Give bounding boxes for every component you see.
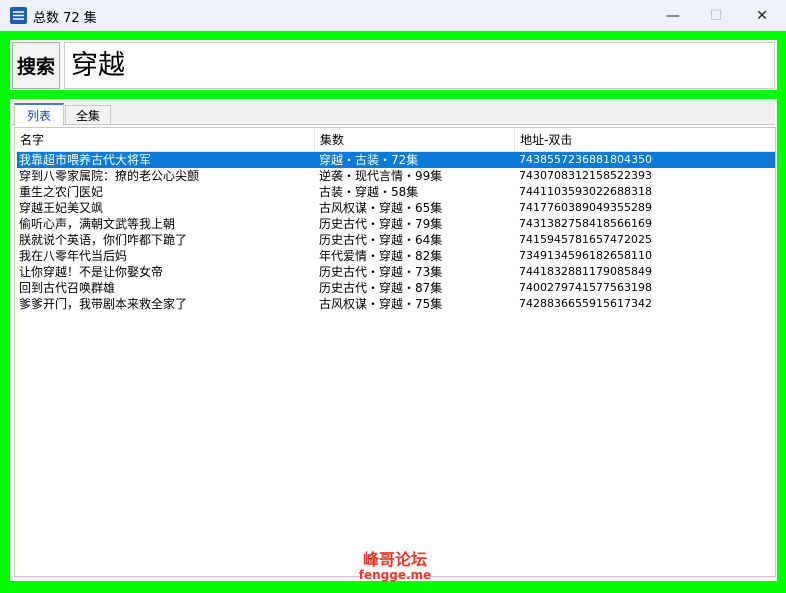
item-episodes: 年代爱情・穿越・82集	[319, 249, 443, 263]
item-address: 7349134596182658110	[519, 249, 652, 262]
item-episodes: 古装・穿越・58集	[319, 185, 419, 199]
list-item[interactable]: 回到古代召唤群雄 历史古代・穿越・87集 7400279741577563198	[17, 280, 775, 296]
item-episodes: 逆袭・现代言情・99集	[319, 169, 443, 183]
item-address: 7400279741577563198	[519, 281, 652, 294]
tab-all-episodes[interactable]: 全集	[65, 105, 111, 125]
item-address: 7441103593022688318	[519, 185, 652, 198]
column-header-episodes[interactable]: 集数	[315, 128, 515, 152]
item-address: 7417760389049355289	[519, 201, 652, 214]
list-rows: 我靠超市喂养古代大将军 穿越・古装・72集 7438557236881804350 穿…	[17, 152, 775, 312]
list-item[interactable]: 爹爹开门，我带剧本来救全家了 古风权谋・穿越・75集 742883665591561…	[17, 296, 775, 312]
title-bar: 总数 72 集 — ☐ ✕	[0, 0, 786, 31]
watermark: 峰哥论坛 fengge.me	[340, 550, 450, 582]
minimize-button[interactable]: —	[650, 0, 696, 31]
item-name: 偷听心声，满朝文武等我上朝	[19, 217, 176, 231]
list-item[interactable]: 让你穿越！不是让你娶女帝 历史古代・穿越・73集 74418328811790858…	[17, 264, 775, 280]
item-episodes: 历史古代・穿越・79集	[319, 217, 443, 231]
item-address: 7441832881179085849	[519, 265, 652, 278]
tab-bar: 列表 全集	[12, 101, 775, 126]
list-item[interactable]: 朕就说个英语，你们咋都下跪了 历史古代・穿越・64集 741594578165747…	[17, 232, 775, 248]
maximize-button[interactable]: ☐	[693, 0, 739, 31]
search-button[interactable]: 搜索	[12, 42, 60, 89]
item-name: 穿越王妃美又飒	[19, 201, 104, 215]
item-episodes: 穿越・古装・72集	[319, 153, 419, 167]
results-list[interactable]: 名字 集数 地址-双击 我靠超市喂养古代大将军 穿越・古装・72集 74385572…	[14, 127, 776, 577]
item-address: 7428836655915617342	[519, 297, 652, 310]
item-name: 爹爹开门，我带剧本来救全家了	[19, 297, 188, 311]
item-name: 重生之农门医妃	[19, 185, 104, 199]
item-name: 回到古代召唤群雄	[19, 281, 116, 295]
tab-list[interactable]: 列表	[14, 103, 64, 126]
item-name: 让你穿越！不是让你娶女帝	[19, 265, 164, 279]
item-episodes: 古风权谋・穿越・75集	[319, 297, 443, 311]
item-name: 穿到八零家属院：撩的老公心尖颤	[19, 169, 200, 183]
list-item[interactable]: 穿越王妃美又飒 古风权谋・穿越・65集 7417760389049355289	[17, 200, 775, 216]
item-name: 朕就说个英语，你们咋都下跪了	[19, 233, 188, 247]
column-header-address[interactable]: 地址-双击	[515, 128, 775, 152]
search-input[interactable]: 穿越	[64, 42, 775, 89]
list-item[interactable]: 偷听心声，满朝文武等我上朝 历史古代・穿越・79集 7431382758418566…	[17, 216, 775, 232]
item-address: 7430708312158522393	[519, 169, 652, 182]
window-title: 总数 72 集	[33, 11, 97, 26]
item-episodes: 历史古代・穿越・87集	[319, 281, 443, 295]
item-episodes: 历史古代・穿越・73集	[319, 265, 443, 279]
item-name: 我靠超市喂养古代大将军	[19, 153, 152, 167]
list-item[interactable]: 我靠超市喂养古代大将军 穿越・古装・72集 7438557236881804350	[17, 152, 775, 168]
list-header: 名字 集数 地址-双击	[15, 128, 775, 152]
item-address: 7438557236881804350	[519, 153, 652, 166]
item-name: 我在八零年代当后妈	[19, 249, 128, 263]
item-episodes: 历史古代・穿越・64集	[319, 233, 443, 247]
watermark-title: 峰哥论坛	[362, 550, 427, 569]
list-item[interactable]: 穿到八零家属院：撩的老公心尖颤 逆袭・现代言情・99集 74307083121585…	[17, 168, 775, 184]
item-address: 7415945781657472025	[519, 233, 652, 246]
close-button[interactable]: ✕	[739, 0, 785, 31]
app-icon	[10, 7, 27, 24]
item-address: 7431382758418566169	[519, 217, 652, 230]
watermark-url: fengge.me	[358, 567, 432, 582]
list-item[interactable]: 重生之农门医妃 古装・穿越・58集 7441103593022688318	[17, 184, 775, 200]
column-header-name[interactable]: 名字	[15, 128, 315, 152]
list-item[interactable]: 我在八零年代当后妈 年代爱情・穿越・82集 7349134596182658110	[17, 248, 775, 264]
item-episodes: 古风权谋・穿越・65集	[319, 201, 443, 215]
